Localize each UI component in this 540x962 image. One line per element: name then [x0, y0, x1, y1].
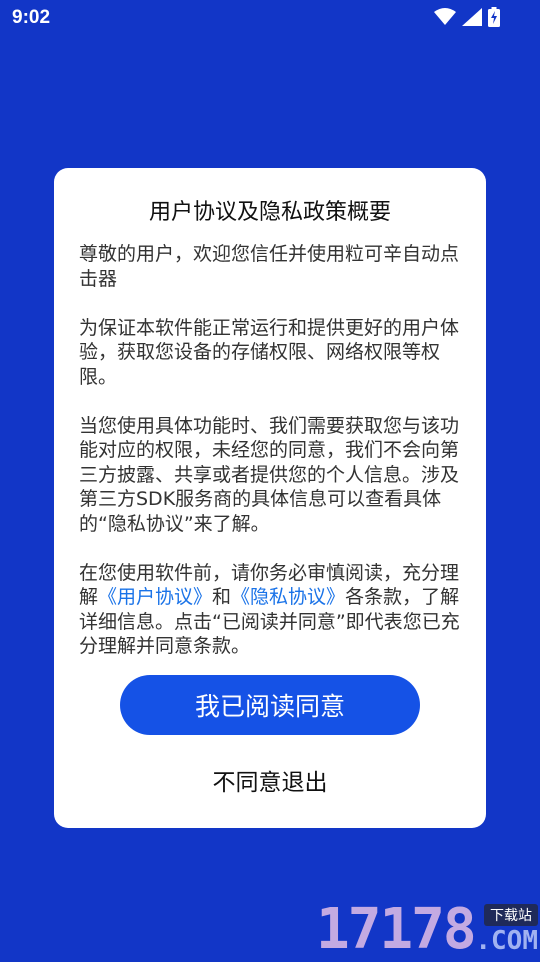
- privacy-dialog: 用户协议及隐私政策概要 尊敬的用户，欢迎您信任并使用粒可辛自动点击器 为保证本软…: [54, 168, 486, 828]
- signal-icon: [462, 8, 482, 26]
- notice-text-and: 和: [212, 586, 232, 608]
- wifi-icon: [434, 8, 456, 26]
- notice-paragraph: 在您使用软件前，请你务必审慎阅读，充分理解《用户协议》和《隐私协议》各条款，了解…: [79, 561, 465, 659]
- status-bar: 9:02: [0, 0, 540, 38]
- battery-charging-icon: [488, 7, 500, 27]
- disagree-exit-button[interactable]: 不同意退出: [170, 760, 370, 800]
- greeting-paragraph: 尊敬的用户，欢迎您信任并使用粒可辛自动点击器: [79, 243, 460, 290]
- site-watermark: 17178 下载站 .COM: [316, 900, 540, 960]
- privacy-paragraph: 当您使用具体功能时、我们需要获取您与该功能对应的权限，未经您的同意，我们不会向第…: [79, 414, 460, 535]
- privacy-policy-link[interactable]: 《隐私协议》: [231, 586, 345, 608]
- permissions-paragraph: 为保证本软件能正常运行和提供更好的用户体验，获取您设备的存储权限、网络权限等权限…: [79, 316, 460, 388]
- dialog-body: 尊敬的用户，欢迎您信任并使用粒可辛自动点击器 为保证本软件能正常运行和提供更好的…: [79, 242, 465, 659]
- status-time: 9:02: [12, 7, 51, 28]
- agree-button[interactable]: 我已阅读同意: [120, 675, 420, 735]
- watermark-tag: 下载站: [484, 904, 538, 926]
- watermark-domain: .COM: [475, 926, 538, 956]
- user-agreement-link[interactable]: 《用户协议》: [98, 586, 212, 608]
- status-icons: [434, 7, 500, 27]
- watermark-number: 17178: [316, 897, 477, 962]
- dialog-title: 用户协议及隐私政策概要: [148, 200, 391, 225]
